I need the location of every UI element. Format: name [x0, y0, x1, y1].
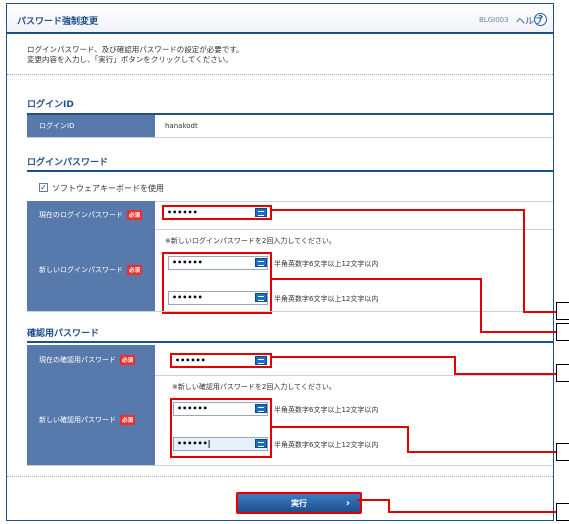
annotation-line — [480, 278, 482, 333]
new-login-password-hint-2: 半角英数字6文字以上12文字以内 — [274, 295, 379, 303]
annotation-line — [271, 356, 455, 358]
new-confirm-password-input-1[interactable]: •••••• — [173, 402, 268, 416]
login-id-label-text: ログインID — [39, 122, 75, 130]
section-underline — [27, 170, 553, 172]
execute-button-label: 実行 — [291, 498, 307, 508]
annotation-line — [271, 426, 408, 428]
chevron-right-icon: › — [345, 498, 350, 509]
new-login-password-hint-1: 半角英数字6文字以上12文字以内 — [274, 260, 379, 268]
annotation-line — [388, 511, 557, 513]
login-id-value: hanakodt — [165, 122, 198, 130]
annotation-line — [523, 209, 525, 313]
keyboard-icon[interactable] — [255, 356, 267, 365]
row-divider — [27, 311, 553, 312]
window-frame: パスワード強制変更 BLGI003 ヘルプ ? ログインパスワード、及び確認用パ… — [6, 3, 554, 521]
divider — [7, 476, 553, 477]
required-badge: 必須 — [127, 265, 143, 275]
annotation-line — [454, 373, 557, 375]
help-icon[interactable]: ? — [534, 13, 547, 26]
row-divider — [27, 465, 553, 466]
current-login-password-label: 現在のログインパスワード 必須 — [27, 201, 155, 229]
annotation-line — [480, 331, 557, 333]
intro-text: ログインパスワード、及び確認用パスワードの設定が必要です。 変更内容を入力し、「… — [27, 45, 243, 65]
new-login-password-input-2[interactable]: •••••• — [168, 291, 268, 305]
page-title: パスワード強制変更 — [17, 17, 99, 27]
new-login-password-note: ※新しいログインパスワードを2回入力してください。 — [165, 237, 336, 245]
new-confirm-password-label-text: 新しい確認用パスワード — [39, 416, 116, 424]
new-login-password-label-text: 新しいログインパスワード — [39, 266, 123, 274]
execute-button[interactable]: 実行 › — [236, 492, 362, 514]
keyboard-icon[interactable] — [255, 404, 267, 413]
keyboard-icon[interactable] — [255, 293, 267, 302]
new-confirm-password-note: ※新しい確認用パスワードを2回入力してください。 — [172, 383, 336, 391]
keyboard-icon[interactable] — [255, 258, 267, 267]
required-badge: 必須 — [120, 355, 136, 365]
callout-box — [556, 302, 569, 320]
keyboard-icon[interactable] — [255, 208, 267, 217]
intro-line-1: ログインパスワード、及び確認用パスワードの設定が必要です。 — [27, 45, 244, 54]
required-badge: 必須 — [120, 415, 136, 425]
software-keyboard-checkbox[interactable]: ✓ — [39, 183, 48, 192]
intro-line-2: 変更内容を入力し、「実行」ボタンをクリックしてください。 — [27, 55, 233, 64]
new-confirm-password-hint-2: 半角英数字6文字以上12文字以内 — [274, 441, 379, 449]
callout-box — [556, 323, 569, 341]
new-login-password-input-1[interactable]: •••••• — [168, 256, 268, 270]
required-badge: 必須 — [127, 210, 143, 220]
login-id-label: ログインID — [27, 115, 155, 137]
new-confirm-password-hint-1: 半角英数字6文字以上12文字以内 — [274, 406, 379, 414]
keyboard-icon[interactable] — [255, 439, 267, 448]
annotation-line — [407, 426, 409, 453]
new-login-password-label: 新しいログインパスワード 必須 — [27, 229, 155, 311]
header-bar: パスワード強制変更 BLGI003 ヘルプ ? — [7, 4, 553, 34]
annotation-line — [271, 278, 481, 280]
current-confirm-password-label: 現在の確認用パスワード 必須 — [27, 345, 155, 375]
section-title-login-password: ログインパスワード — [27, 158, 109, 168]
callout-box — [556, 503, 569, 521]
annotation-line — [357, 499, 389, 501]
row-divider — [27, 137, 553, 138]
new-confirm-password-input-2[interactable]: ••••••| — [173, 437, 268, 451]
section-underline — [27, 341, 553, 343]
current-confirm-password-label-text: 現在の確認用パスワード — [39, 356, 116, 364]
annotation-line — [523, 311, 557, 313]
divider — [7, 74, 553, 75]
software-keyboard-label[interactable]: ソフトウェアキーボードを使用 — [52, 183, 164, 194]
screen-code: BLGI003 — [479, 16, 509, 24]
callout-box — [556, 443, 569, 461]
annotation-line — [407, 451, 557, 453]
section-title-login-id: ログインID — [27, 100, 74, 110]
current-login-password-label-text: 現在のログインパスワード — [39, 211, 123, 219]
new-confirm-password-label: 新しい確認用パスワード 必須 — [27, 375, 155, 465]
section-title-confirm-password: 確認用パスワード — [27, 329, 100, 339]
callout-box — [556, 364, 569, 382]
annotation-line — [271, 209, 524, 211]
